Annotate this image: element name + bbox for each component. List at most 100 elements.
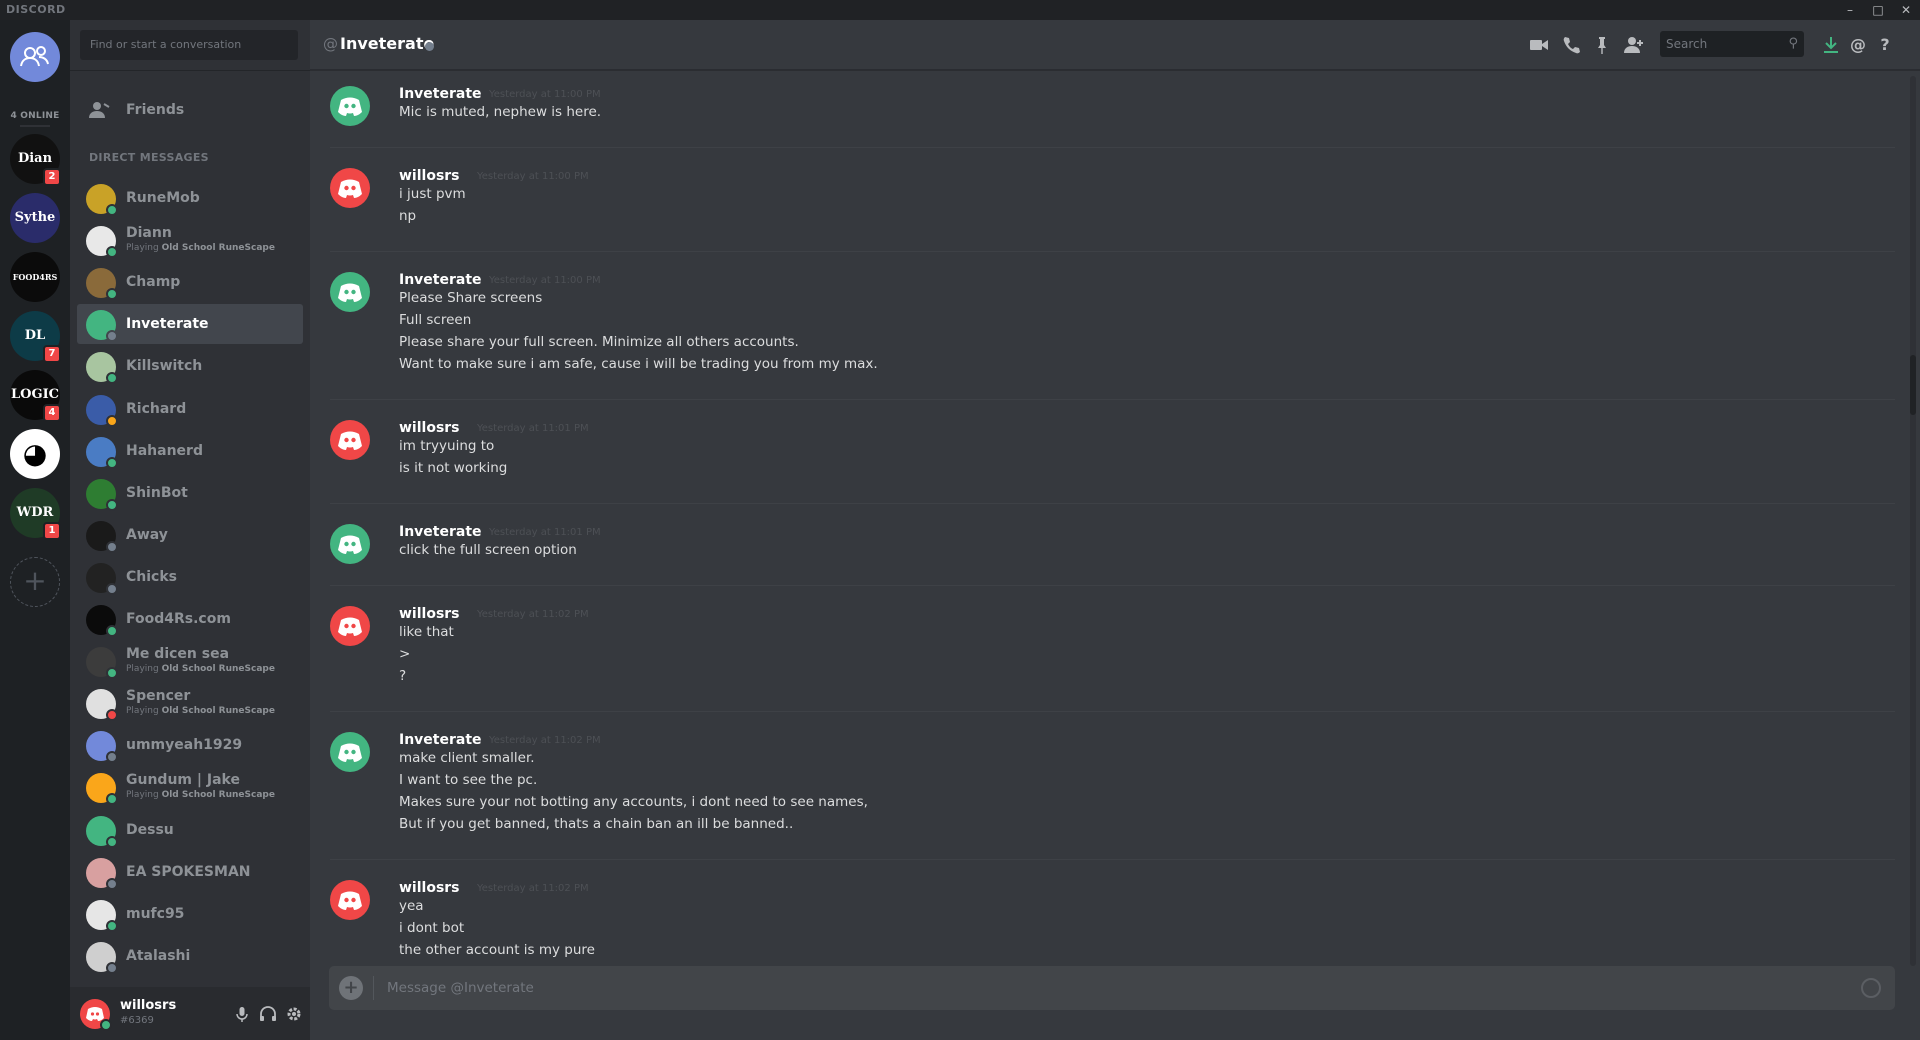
author-avatar[interactable] — [330, 168, 370, 208]
emoji-picker-icon[interactable] — [1861, 978, 1881, 998]
message-group: Inveterate Yesterday at 11:02 PM make clie… — [330, 732, 1895, 860]
message-author[interactable]: willosrs — [399, 420, 460, 436]
message-author[interactable]: Inveterate — [399, 86, 482, 102]
message-timestamp: Yesterday at 11:00 PM — [489, 275, 601, 286]
status-online-indicator — [106, 288, 118, 300]
add-friend-to-dm-button[interactable] — [1623, 34, 1645, 56]
server-sythe[interactable]: Sythe — [10, 193, 60, 243]
dm-name: Chicks — [126, 569, 177, 585]
at-symbol: @ — [323, 35, 338, 53]
activity-game: Old School RuneScape — [161, 664, 275, 674]
server-list: 4 ONLINE Dian 2 Sythe FOOD4RS DL 7 LOGIC 4 ◕ WDR 1… — [0, 20, 70, 1040]
message-author[interactable]: Inveterate — [399, 732, 482, 748]
message-author[interactable]: Inveterate — [399, 524, 482, 540]
download-button[interactable] — [1820, 34, 1842, 56]
server-glyph: FOOD4RS — [12, 272, 58, 282]
server-glyph: Sythe — [14, 210, 56, 225]
dm-item-away[interactable]: Away — [77, 515, 303, 555]
author-avatar[interactable] — [330, 524, 370, 564]
dm-name: Champ — [126, 274, 181, 290]
dm-item-runemob[interactable]: RuneMob — [77, 178, 303, 218]
dm-name: Spencer — [126, 688, 191, 704]
message-list: Inveterate Yesterday at 11:00 PM Mic is mu… — [310, 71, 1910, 970]
dm-item-dessu[interactable]: Dessu — [77, 810, 303, 850]
search-input[interactable]: Search ⚲ — [1660, 31, 1804, 57]
friends-nav-item[interactable]: Friends — [77, 90, 303, 130]
scrollbar-track[interactable] — [1910, 76, 1916, 966]
message-author[interactable]: willosrs — [399, 168, 460, 184]
dm-item-me-dicen-sea[interactable]: Me dicen sea Playing Old School RuneScape — [77, 641, 303, 681]
activity-game: Old School RuneScape — [161, 790, 275, 800]
dm-item-chicks[interactable]: Chicks — [77, 557, 303, 597]
author-avatar[interactable] — [330, 732, 370, 772]
activity-prefix: Playing — [126, 790, 162, 800]
gear-icon — [287, 1007, 301, 1021]
mentions-button[interactable]: @ — [1847, 34, 1869, 56]
author-avatar[interactable] — [330, 272, 370, 312]
dm-item-atalashi[interactable]: Atalashi — [77, 936, 303, 976]
message-text: Please Share screens — [399, 290, 543, 306]
chat-area: @ Inveterate Search ⚲ @ ? Inveterate Yes… — [310, 20, 1920, 1040]
help-button[interactable]: ? — [1874, 34, 1896, 56]
activity-status: Playing Old School RuneScape — [126, 243, 275, 253]
dm-item-hahanerd[interactable]: Hahanerd — [77, 431, 303, 471]
close-button[interactable]: ✕ — [1892, 0, 1920, 20]
unread-badge: 1 — [43, 522, 61, 540]
dm-item-ea-spokesman[interactable]: EA SPOKESMAN — [77, 852, 303, 892]
author-avatar[interactable] — [330, 420, 370, 460]
author-avatar[interactable] — [330, 880, 370, 920]
dm-item-ummyeah1929[interactable]: ummyeah1929 — [77, 725, 303, 765]
search-placeholder: Search — [1666, 37, 1708, 51]
add-server-button[interactable]: + — [10, 557, 60, 607]
dm-name: EA SPOKESMAN — [126, 864, 251, 880]
user-panel: willosrs #6369 — [70, 987, 310, 1040]
friends-home-button[interactable] — [10, 32, 60, 82]
message-text: is it not working — [399, 460, 508, 476]
dm-item-mufc95[interactable]: mufc95 — [77, 894, 303, 934]
video-call-button[interactable] — [1528, 34, 1550, 56]
divider — [70, 70, 310, 71]
dm-item-spencer[interactable]: Spencer Playing Old School RuneScape — [77, 683, 303, 723]
status-offline-indicator — [106, 751, 118, 763]
message-composer[interactable]: + Message @Inveterate — [329, 966, 1895, 1010]
user-settings-button[interactable] — [282, 1002, 306, 1026]
dm-name: Hahanerd — [126, 443, 203, 459]
recipient-status — [425, 42, 434, 51]
dm-item-killswitch[interactable]: Killswitch — [77, 346, 303, 386]
message-text: Please share your full screen. Minimize … — [399, 334, 799, 350]
deafen-button[interactable] — [256, 1002, 280, 1026]
message-author[interactable]: willosrs — [399, 880, 460, 896]
phone-icon — [1563, 37, 1580, 54]
maximize-button[interactable]: □ — [1864, 0, 1892, 20]
status-offline-indicator — [106, 878, 118, 890]
message-group: Inveterate Yesterday at 11:00 PM Mic is mu… — [330, 86, 1895, 148]
message-author[interactable]: Inveterate — [399, 272, 482, 288]
minimize-button[interactable]: – — [1836, 0, 1864, 20]
message-timestamp: Yesterday at 11:02 PM — [489, 735, 601, 746]
dm-item-food4rs-com[interactable]: Food4Rs.com — [77, 599, 303, 639]
dm-item-inveterate[interactable]: Inveterate — [77, 304, 303, 344]
scrollbar-thumb[interactable] — [1910, 355, 1916, 415]
title-bar: DISCORD – □ ✕ — [0, 0, 1920, 20]
dm-item-richard[interactable]: Richard — [77, 389, 303, 429]
dm-name: ummyeah1929 — [126, 737, 243, 753]
voice-call-button[interactable] — [1560, 34, 1582, 56]
dm-item-gundum-jake[interactable]: Gundum | Jake Playing Old School RuneScap… — [77, 767, 303, 807]
dm-item-diann[interactable]: Diann Playing Old School RuneScape — [77, 220, 303, 260]
unread-badge: 2 — [43, 168, 61, 186]
message-input[interactable]: Message @Inveterate — [387, 980, 534, 996]
discord-logo-icon — [338, 891, 362, 910]
author-avatar[interactable] — [330, 86, 370, 126]
find-conversation-input[interactable]: Find or start a conversation — [80, 30, 298, 60]
dm-item-champ[interactable]: Champ — [77, 262, 303, 302]
mute-microphone-button[interactable] — [230, 1002, 254, 1026]
dm-name: Atalashi — [126, 948, 191, 964]
server-panda[interactable]: ◕ — [10, 429, 60, 479]
message-author[interactable]: willosrs — [399, 606, 460, 622]
server-food4rs[interactable]: FOOD4RS — [10, 252, 60, 302]
author-avatar[interactable] — [330, 606, 370, 646]
dm-item-shinbot[interactable]: ShinBot — [77, 473, 303, 513]
status-idle-indicator — [106, 415, 118, 427]
upload-button[interactable]: + — [339, 976, 363, 1000]
pinned-messages-button[interactable] — [1591, 34, 1613, 56]
